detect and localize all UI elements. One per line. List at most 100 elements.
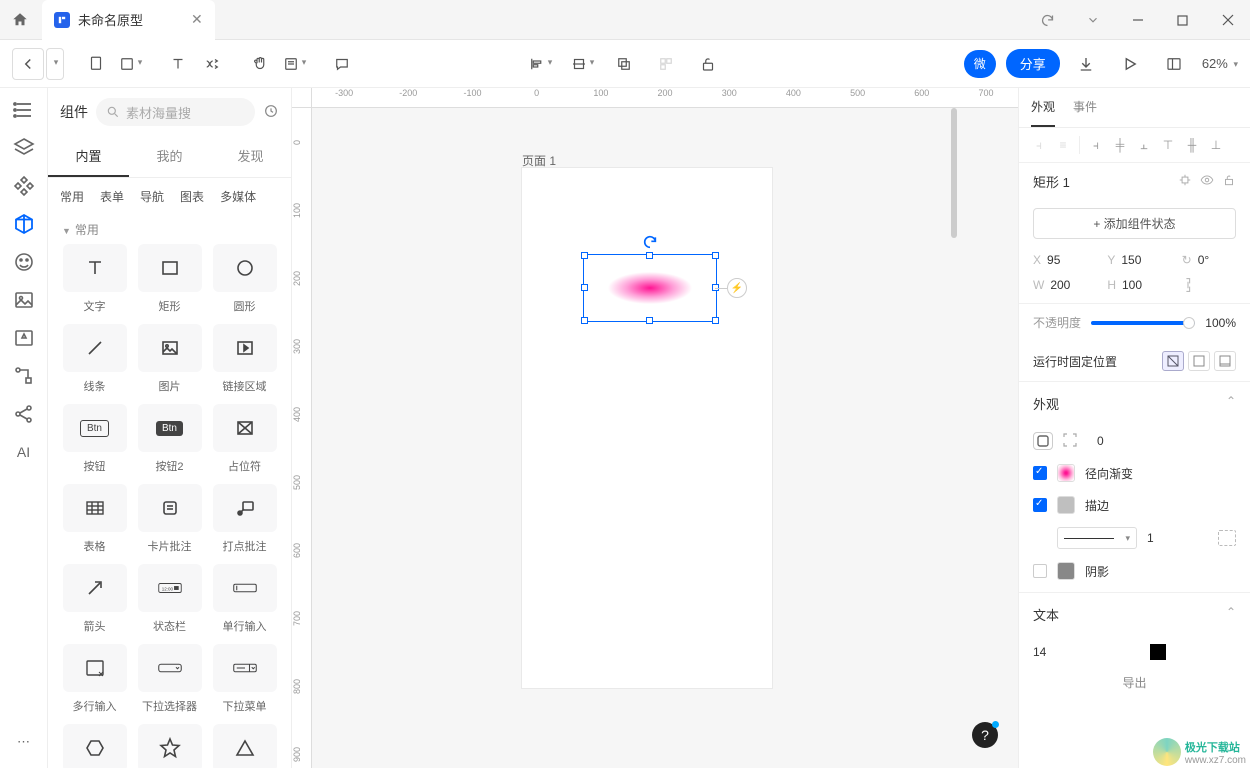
section-common[interactable]: ▼常用 (62, 215, 277, 244)
arrange-icon[interactable]: ▾ (566, 48, 598, 80)
panel-toggle-icon[interactable] (1158, 48, 1190, 80)
stroke-swatch[interactable] (1057, 496, 1075, 514)
shadow-swatch[interactable] (1057, 562, 1075, 580)
align-left-icon[interactable]: ▾ (524, 48, 556, 80)
comp-multiinput[interactable]: 多行输入 (62, 644, 127, 714)
comp-button2[interactable]: Btn按钮2 (137, 404, 202, 474)
comp-dotnote[interactable]: 打点批注 (212, 484, 277, 554)
link-wh-icon[interactable] (1182, 277, 1236, 293)
connector-button-icon[interactable]: ⚡ (727, 278, 747, 298)
download-icon[interactable] (1070, 48, 1102, 80)
comp-circle[interactable]: 圆形 (212, 244, 277, 314)
unlock-icon[interactable] (692, 48, 724, 80)
width-field[interactable]: W200 (1033, 277, 1087, 293)
align-hcenter-icon[interactable]: ╪ (1110, 136, 1130, 154)
comp-triangle[interactable] (212, 724, 277, 768)
rotate-handle-icon[interactable] (642, 234, 658, 253)
font-size-value[interactable]: 14 (1033, 645, 1046, 659)
tab-discover[interactable]: 发现 (210, 136, 291, 177)
flow-rail-icon[interactable] (12, 364, 36, 388)
comment-tool-icon[interactable] (326, 48, 358, 80)
resize-handle-se[interactable] (712, 317, 719, 324)
help-badge-icon[interactable]: ? (972, 722, 998, 748)
fill-checkbox[interactable] (1033, 466, 1047, 480)
resize-handle-ne[interactable] (712, 252, 719, 259)
maximize-icon[interactable] (1160, 0, 1205, 40)
comp-singleinput[interactable]: 单行输入 (212, 564, 277, 634)
cat-nav[interactable]: 导航 (140, 188, 164, 205)
comp-star[interactable] (137, 724, 202, 768)
stroke-style-select[interactable]: ▾ (1057, 527, 1137, 549)
height-field[interactable]: H100 (1107, 277, 1161, 293)
comp-hotspot[interactable]: 链接区域 (212, 324, 277, 394)
minimize-icon[interactable] (1115, 0, 1160, 40)
text-color-swatch[interactable] (1150, 644, 1166, 660)
radius-shape-icon[interactable] (1033, 432, 1053, 450)
assets-icon[interactable] (12, 174, 36, 198)
comp-statusbar[interactable]: 12:00状态栏 (137, 564, 202, 634)
cat-chart[interactable]: 图表 (180, 188, 204, 205)
play-icon[interactable] (1114, 48, 1146, 80)
more-rail-icon[interactable]: ⋯ (12, 730, 36, 754)
comp-cardnote[interactable]: 卡片批注 (137, 484, 202, 554)
history-icon[interactable] (263, 103, 279, 122)
cat-media[interactable]: 多媒体 (220, 188, 256, 205)
align-left-icon[interactable]: ⫞ (1086, 136, 1106, 154)
tab-builtin[interactable]: 内置 (48, 136, 129, 177)
emoji-icon[interactable] (12, 250, 36, 274)
outline-icon[interactable] (12, 98, 36, 122)
comp-arrow[interactable]: 箭头 (62, 564, 127, 634)
boolean-icon[interactable] (608, 48, 640, 80)
collapse-text-icon[interactable]: ⌃ (1226, 605, 1236, 624)
back-button[interactable] (12, 48, 44, 80)
text-tool-icon[interactable] (162, 48, 194, 80)
stroke-width[interactable]: 1 (1147, 531, 1154, 545)
comp-button[interactable]: Btn按钮 (62, 404, 127, 474)
comp-rect[interactable]: 矩形 (137, 244, 202, 314)
fill-swatch[interactable] (1057, 464, 1075, 482)
comp-hexagon[interactable] (62, 724, 127, 768)
opacity-slider[interactable] (1091, 321, 1195, 325)
pos-y-field[interactable]: Y150 (1107, 253, 1161, 267)
wei-button[interactable]: 微 (964, 50, 996, 78)
comp-text[interactable]: 文字 (62, 244, 127, 314)
scrollbar-thumb[interactable] (951, 108, 957, 238)
constraints-icon[interactable] (1178, 173, 1192, 190)
export-label[interactable]: 导出 (1019, 668, 1250, 697)
tab-events[interactable]: 事件 (1073, 88, 1097, 127)
comp-line[interactable]: 线条 (62, 324, 127, 394)
cat-common[interactable]: 常用 (60, 188, 84, 205)
resize-handle-nw[interactable] (581, 252, 588, 259)
refresh-icon[interactable] (1025, 0, 1070, 40)
align-right-icon[interactable]: ⫠ (1134, 136, 1154, 154)
align-top-icon[interactable]: ⊤ (1158, 136, 1178, 154)
resize-handle-n[interactable] (646, 252, 653, 259)
new-page-icon[interactable] (80, 48, 112, 80)
stroke-checkbox[interactable] (1033, 498, 1047, 512)
cat-form[interactable]: 表单 (100, 188, 124, 205)
chevron-down-icon[interactable] (1070, 0, 1115, 40)
connector-tool-icon[interactable] (196, 48, 228, 80)
align-vcenter-icon[interactable]: ╫ (1182, 136, 1202, 154)
layers-icon[interactable] (12, 136, 36, 160)
image-rail-icon[interactable] (12, 288, 36, 312)
rotate-field[interactable]: ↻0° (1182, 253, 1236, 267)
hand-tool-icon[interactable] (244, 48, 276, 80)
share-rail-icon[interactable] (12, 402, 36, 426)
zoom-label[interactable]: 62% ▾ (1202, 56, 1238, 71)
share-button[interactable]: 分享 (1006, 49, 1060, 78)
collapse-icon[interactable]: ⌃ (1226, 394, 1236, 413)
canvas[interactable]: -300-200-1000100200300400500600700 01002… (292, 88, 1018, 768)
fixed-toggle-3[interactable] (1214, 351, 1236, 371)
comp-dropdownmenu[interactable]: 下拉菜单 (212, 644, 277, 714)
comp-dropdown[interactable]: 下拉选择器 (137, 644, 202, 714)
selected-widget[interactable]: ⚡ (585, 256, 715, 320)
stroke-position-icon[interactable] (1218, 530, 1236, 546)
add-state-button[interactable]: + 添加组件状态 (1033, 208, 1236, 239)
fixed-toggle-2[interactable] (1188, 351, 1210, 371)
tab-appearance[interactable]: 外观 (1031, 88, 1055, 127)
shadow-checkbox[interactable] (1033, 564, 1047, 578)
radius-split-icon[interactable] (1063, 433, 1079, 450)
lock-icon[interactable] (1222, 173, 1236, 190)
page-label[interactable]: 页面 1 (522, 152, 556, 169)
